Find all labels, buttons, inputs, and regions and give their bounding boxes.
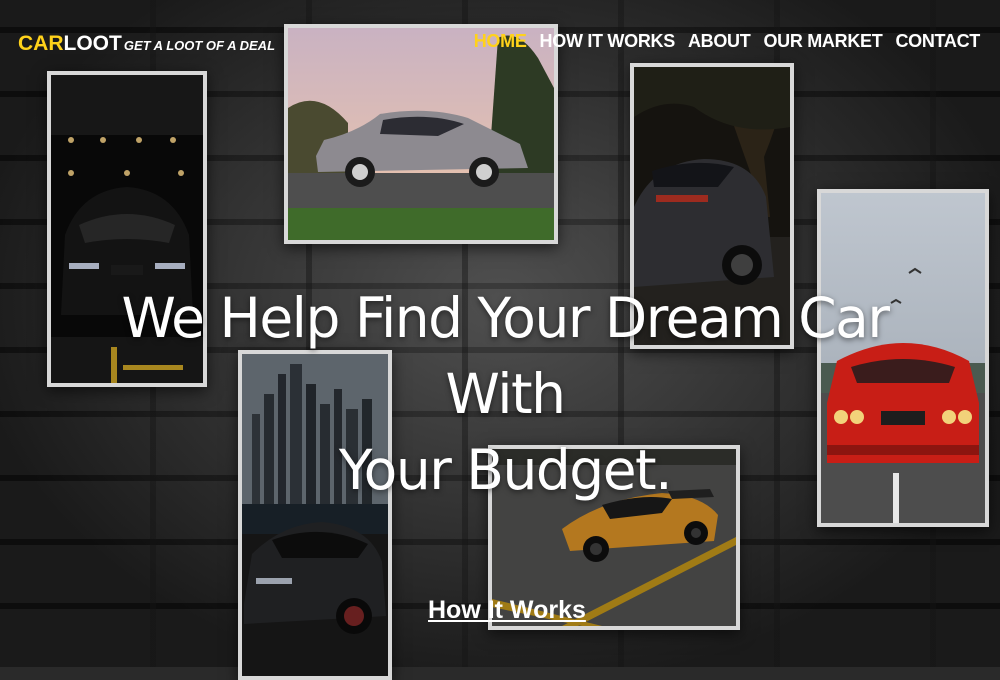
brand-name-loot: LOOT	[63, 32, 122, 55]
brand-logo[interactable]: CARLOOT GET A LOOT OF A DEAL	[18, 32, 275, 56]
hero-headline-line2: Your Budget.	[338, 438, 673, 502]
hero-headline: We Help Find Your Dream Car With Your Bu…	[90, 280, 920, 508]
nav-about[interactable]: ABOUT	[688, 31, 751, 52]
nav-our-market[interactable]: OUR MARKET	[763, 31, 882, 52]
nav-how-it-works[interactable]: HOW IT WORKS	[540, 31, 676, 52]
hero-headline-line1: We Help Find Your Dream Car With	[121, 286, 891, 426]
how-it-works-link[interactable]: How It Works	[428, 596, 586, 625]
brand-name-car: CAR	[18, 32, 64, 55]
nav-contact[interactable]: CONTACT	[895, 31, 980, 52]
nav-home[interactable]: HOME	[474, 31, 527, 52]
main-nav: HOME HOW IT WORKS ABOUT OUR MARKET CONTA…	[474, 31, 981, 52]
brand-tagline: GET A LOOT OF A DEAL	[123, 38, 276, 53]
photo-classic-coupe	[284, 24, 558, 244]
